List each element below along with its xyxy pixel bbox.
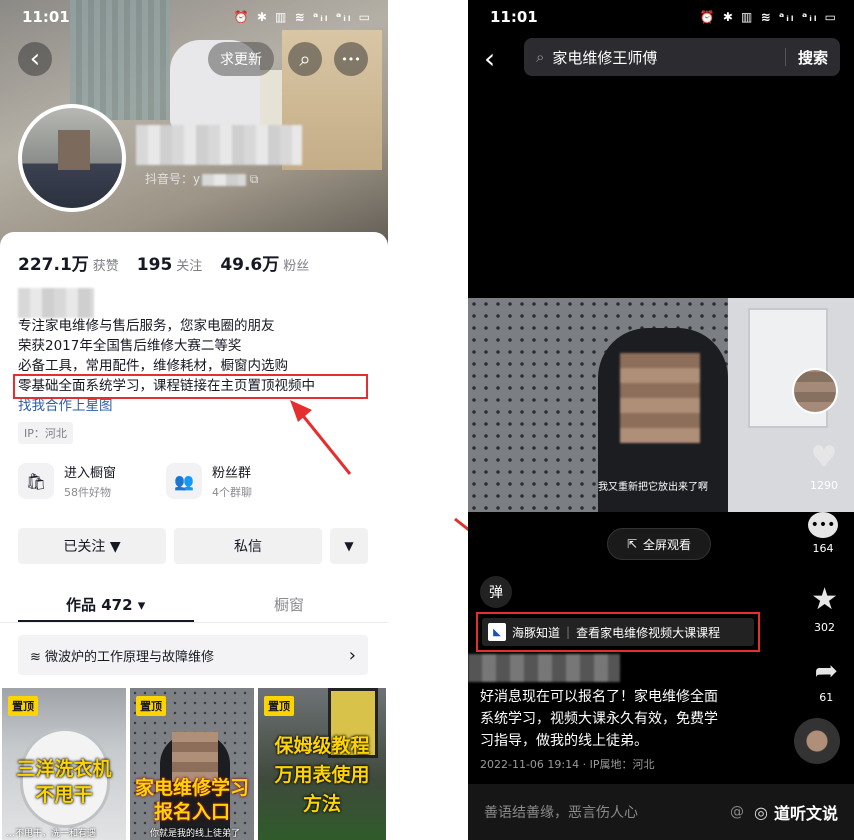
share-icon: ➦: [814, 654, 838, 687]
right-phone-video: 11:01 ⏰ ✱ ▥ ≋ ᵃᵢₗ ᵃᵢₗ ▭ ‹ ⌕ 家电维修王师傅 搜索 我…: [468, 0, 854, 840]
description-line-1: 好消息现在可以报名了！家电维修全面: [480, 689, 718, 705]
favorite-count: 302: [814, 621, 836, 634]
search-icon: ⌕: [536, 48, 545, 66]
comment-count: 164: [812, 542, 834, 555]
wechat-watermark-icon: ◎: [754, 802, 768, 822]
watermark-text: 道听文说: [773, 804, 838, 823]
description-line-3: 习指导，做我的线上徒弟。: [480, 733, 648, 749]
music-disc-icon: [794, 718, 840, 764]
like-count: 1290: [810, 479, 838, 492]
share-button[interactable]: ➦ 61: [815, 654, 838, 704]
status-time: 11:01: [490, 8, 538, 26]
video-meta: 2022-11-06 19:14 · IP属地：河北: [480, 758, 655, 771]
like-button[interactable]: ♥ 1290: [810, 440, 838, 492]
video-subtitle: 我又重新把它放出来了啊: [598, 482, 708, 493]
arrow-line-left: [298, 411, 352, 475]
favorite-button[interactable]: ★ 302: [811, 582, 838, 634]
author-avatar[interactable]: [792, 368, 838, 414]
mention-icon[interactable]: @: [730, 804, 744, 820]
comment-input[interactable]: 善语结善缘，恶言伤人心: [484, 802, 638, 822]
heart-icon: ♥: [810, 440, 838, 475]
share-count: 61: [819, 691, 834, 704]
status-icons: ⏰ ✱ ▥ ≋ ᵃᵢₗ ᵃᵢₗ ▭: [699, 10, 838, 24]
comment-button[interactable]: ••• 164: [808, 512, 838, 555]
presenter-face-mosaic: [620, 353, 700, 443]
status-bar: 11:01 ⏰ ✱ ▥ ≋ ᵃᵢₗ ᵃᵢₗ ▭: [468, 0, 854, 34]
danmaku-toggle[interactable]: 弹: [480, 576, 512, 608]
fullscreen-button[interactable]: ⇱ 全屏观看: [607, 528, 711, 560]
search-bar[interactable]: ⌕ 家电维修王师傅 搜索: [524, 38, 840, 76]
search-submit-button[interactable]: 搜索: [798, 47, 828, 68]
annotation-highlight-box: [476, 612, 760, 652]
comment-icon: •••: [808, 512, 838, 538]
fullscreen-icon: ⇱: [626, 537, 638, 551]
author-name-redacted: [468, 654, 620, 682]
back-icon[interactable]: ‹: [484, 42, 495, 75]
arrow-head-left: [290, 400, 312, 422]
star-icon: ★: [811, 582, 838, 617]
description-line-2: 系统学习，视频大课永久有效，免费学: [480, 711, 718, 727]
music-disc[interactable]: [794, 718, 840, 764]
video-description: 好消息现在可以报名了！家电维修全面 系统学习，视频大课永久有效，免费学 习指导，…: [480, 686, 718, 752]
search-query[interactable]: 家电维修王师傅: [552, 47, 657, 68]
author-avatar-image: [792, 368, 838, 414]
search-separator: [784, 48, 786, 66]
comment-bar[interactable]: 善语结善缘，恶言伤人心 @ ◎ 道听文说: [468, 784, 854, 840]
